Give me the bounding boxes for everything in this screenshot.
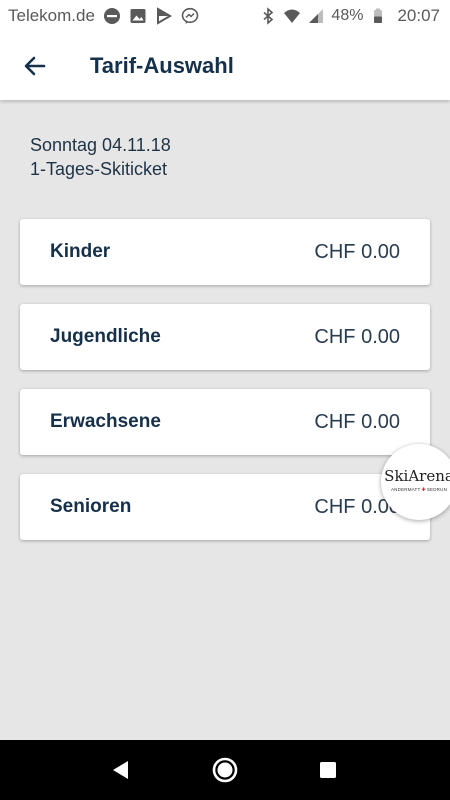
swiss-cross-icon: ✚ bbox=[421, 486, 426, 493]
recents-square-icon bbox=[320, 762, 337, 778]
tariff-list: Kinder CHF 0.00 Jugendliche CHF 0.00 Erw… bbox=[20, 219, 430, 559]
bluetooth-icon bbox=[259, 7, 277, 25]
tariff-price: CHF 0.00 bbox=[314, 240, 400, 263]
wifi-icon bbox=[283, 7, 301, 25]
status-right: 48% 20:07 bbox=[259, 6, 440, 26]
ticket-summary: Sonntag 04.11.18 1-Tages-Skiticket bbox=[30, 133, 171, 181]
battery-icon bbox=[369, 7, 387, 25]
logo-sub-right: SEDRUN bbox=[426, 487, 448, 492]
arrow-left-icon bbox=[24, 56, 46, 76]
logo-wordmark: SkiArena bbox=[384, 466, 450, 485]
tariff-name: Jugendliche bbox=[50, 326, 161, 347]
image-icon bbox=[129, 7, 147, 25]
back-triangle-icon bbox=[112, 761, 128, 779]
tariff-card-senioren[interactable]: Senioren CHF 0.00 bbox=[20, 474, 430, 540]
app-bar: Tarif-Auswahl bbox=[0, 32, 450, 100]
tariff-card-jugendliche[interactable]: Jugendliche CHF 0.00 bbox=[20, 304, 430, 370]
skiarena-logo-button[interactable]: SkiArena ANDERMATT ✚ SEDRUN bbox=[381, 444, 450, 520]
tariff-price: CHF 0.00 bbox=[314, 410, 400, 433]
carrier-label: Telekom.de bbox=[8, 6, 95, 25]
play-store-icon bbox=[155, 7, 173, 25]
ticket-date: Sonntag 04.11.18 bbox=[30, 135, 171, 155]
ticket-type: 1-Tages-Skiticket bbox=[30, 159, 168, 179]
system-nav-bar bbox=[0, 740, 450, 800]
nav-recents-button[interactable] bbox=[308, 750, 348, 790]
battery-percent: 48% bbox=[331, 7, 364, 24]
tariff-name: Senioren bbox=[50, 496, 132, 517]
clock: 20:07 bbox=[397, 6, 440, 25]
tariff-card-erwachsene[interactable]: Erwachsene CHF 0.00 bbox=[20, 389, 430, 455]
home-circle-icon bbox=[212, 757, 238, 783]
logo-subline: ANDERMATT ✚ SEDRUN bbox=[391, 487, 447, 493]
logo-sub-left: ANDERMATT bbox=[390, 487, 421, 492]
back-button[interactable] bbox=[10, 41, 60, 91]
nav-back-button[interactable] bbox=[102, 750, 142, 790]
tariff-card-kinder[interactable]: Kinder CHF 0.00 bbox=[20, 219, 430, 285]
tariff-name: Erwachsene bbox=[50, 411, 161, 432]
messenger-icon bbox=[181, 7, 199, 25]
status-bar: Telekom.de 48% 20:07 bbox=[0, 0, 450, 32]
minus-circle-icon bbox=[103, 7, 121, 25]
nav-home-button[interactable] bbox=[205, 750, 245, 790]
status-left: Telekom.de bbox=[8, 6, 199, 26]
tariff-name: Kinder bbox=[50, 241, 111, 262]
page-title: Tarif-Auswahl bbox=[90, 53, 234, 78]
tariff-price: CHF 0.00 bbox=[314, 325, 400, 348]
signal-icon bbox=[307, 7, 325, 25]
